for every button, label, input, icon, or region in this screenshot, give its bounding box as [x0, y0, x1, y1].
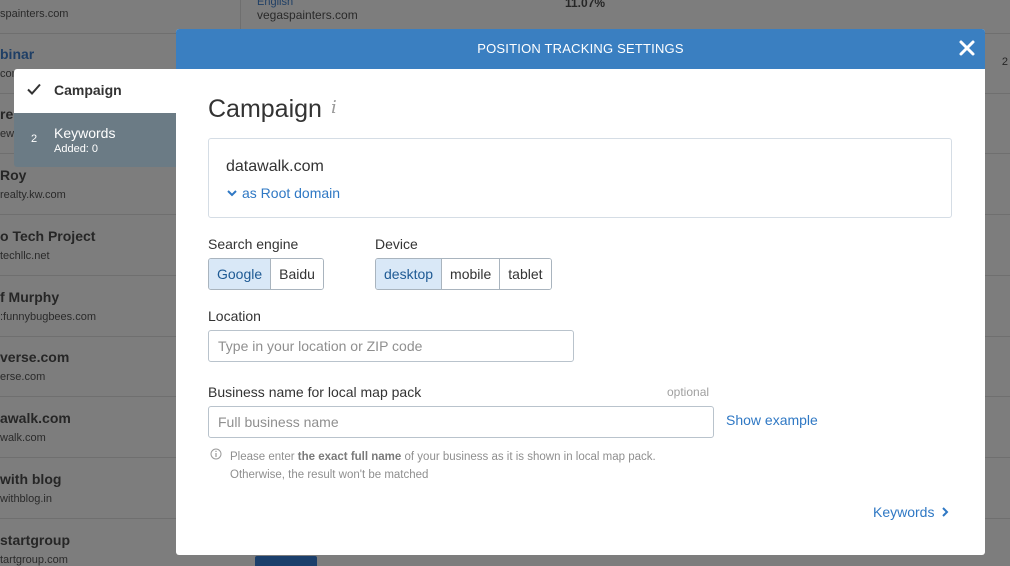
search-engine-google[interactable]: Google [209, 259, 272, 289]
domain-scope-label: as Root domain [242, 185, 341, 201]
campaign-domain: datawalk.com [226, 158, 324, 175]
search-engine-toggle: Google Baidu [208, 258, 324, 290]
modal-title: POSITION TRACKING SETTINGS [477, 41, 684, 56]
show-example-link[interactable]: Show example [726, 412, 818, 428]
info-icon[interactable]: i [331, 97, 337, 118]
device-label: Device [375, 236, 418, 252]
settings-stepper: Campaign 2 Keywords Added: 0 [14, 69, 176, 167]
device-desktop[interactable]: desktop [376, 259, 443, 289]
step-campaign[interactable]: Campaign [14, 69, 176, 113]
domain-scope-dropdown[interactable]: as Root domain [226, 185, 340, 201]
step-campaign-label: Campaign [54, 82, 122, 98]
business-name-label: Business name for local map pack [208, 384, 422, 400]
business-name-hint: Please enter the exact full name of your… [230, 451, 656, 481]
step-keywords[interactable]: 2 Keywords Added: 0 [14, 113, 176, 167]
background-number: 2 [1001, 56, 1008, 68]
location-input[interactable] [208, 330, 574, 362]
next-keywords-label: Keywords [873, 504, 935, 520]
section-title: Campaign [208, 95, 322, 123]
close-icon[interactable] [957, 38, 977, 58]
search-engine-baidu[interactable]: Baidu [271, 259, 323, 289]
domain-box: datawalk.com as Root domain [208, 138, 952, 218]
chevron-right-icon [942, 507, 949, 517]
location-label: Location [208, 308, 261, 324]
device-toggle: desktop mobile tablet [375, 258, 552, 290]
checkmark-icon [26, 81, 42, 97]
next-keywords-link[interactable]: Keywords [873, 504, 950, 520]
device-mobile[interactable]: mobile [442, 259, 501, 289]
business-name-input[interactable] [208, 406, 714, 438]
step-keywords-count: Added: 0 [54, 143, 99, 155]
step-keywords-label: Keywords [54, 125, 116, 141]
background-button [255, 556, 317, 566]
chevron-down-icon [227, 190, 237, 197]
position-tracking-settings-modal: POSITION TRACKING SETTINGS Campaign i da… [176, 29, 985, 555]
device-tablet[interactable]: tablet [500, 259, 551, 289]
modal-header: POSITION TRACKING SETTINGS [176, 29, 985, 69]
optional-tag: optional [667, 385, 710, 399]
search-engine-label: Search engine [208, 236, 299, 252]
info-circle-icon [210, 447, 222, 460]
step-number: 2 [31, 133, 38, 145]
